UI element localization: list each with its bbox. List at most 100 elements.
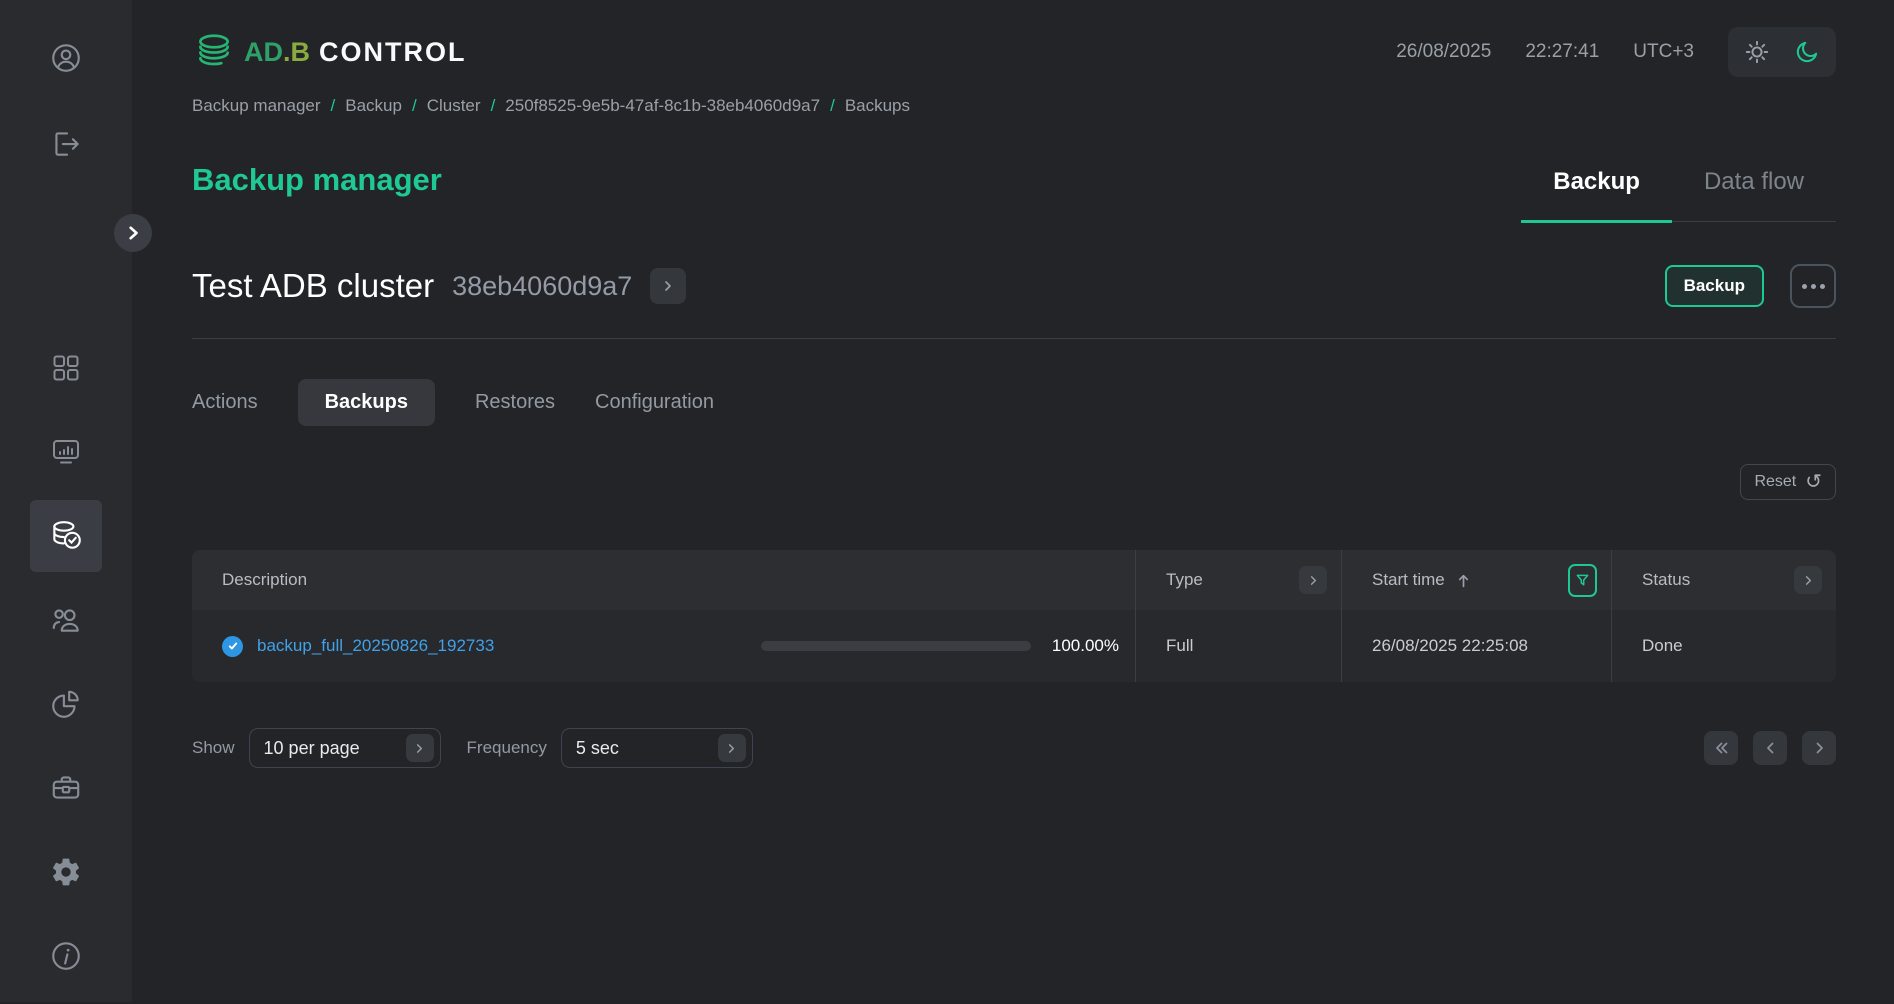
breadcrumb-separator: /	[490, 96, 496, 115]
pagination	[1704, 731, 1836, 765]
backup-database-icon	[48, 518, 84, 554]
breadcrumb-item[interactable]: Backup manager	[192, 96, 321, 115]
sidebar-item-profile[interactable]	[30, 22, 102, 94]
reset-button-label: Reset	[1754, 473, 1797, 490]
theme-toggle	[1728, 27, 1836, 77]
subtab-backups[interactable]: Backups	[297, 379, 435, 426]
moon-icon	[1794, 39, 1820, 65]
column-header-description: Description	[222, 570, 308, 589]
backup-link[interactable]: backup_full_20250826_192733	[257, 636, 494, 656]
dark-theme-button[interactable]	[1794, 39, 1820, 65]
info-icon	[49, 939, 83, 973]
show-label: Show	[192, 738, 235, 757]
page-size-controls: Show 10 per page Frequency 5 sec	[192, 728, 753, 768]
backup-button[interactable]: Backup	[1664, 265, 1764, 307]
backups-table: Description Type Start time Status backu…	[192, 550, 1836, 682]
progress-group: 100.00%	[761, 636, 1119, 656]
settings-gear-icon	[50, 856, 82, 888]
cluster-name: Test ADB cluster	[192, 267, 435, 304]
title-row: Backup manager Backup Data flow	[192, 162, 1836, 223]
brand-name: AD.B CONTROL	[244, 36, 467, 67]
sun-icon	[1744, 39, 1770, 65]
current-time: 22:27:41	[1525, 41, 1600, 62]
chevron-right-icon	[126, 226, 140, 240]
sidebar-item-jobs[interactable]	[30, 752, 102, 824]
reset-button[interactable]: Reset ↺	[1740, 464, 1836, 500]
sidebar-item-reports[interactable]	[30, 668, 102, 740]
chevron-right-icon	[1803, 575, 1814, 586]
dashboard-grid-icon	[50, 352, 82, 384]
top-tabs: Backup Data flow	[1521, 168, 1836, 223]
progress-bar	[761, 641, 1031, 651]
breadcrumb-item[interactable]: 250f8525-9e5b-47af-8c1b-38eb4060d9a7	[505, 96, 820, 115]
cluster-title-group: Test ADB cluster 38eb4060d9a7	[192, 267, 687, 305]
breadcrumb-item[interactable]: Cluster	[427, 96, 481, 115]
sidebar-item-monitoring[interactable]	[30, 416, 102, 488]
cluster-actions: Backup	[1664, 264, 1836, 308]
sidebar	[0, 0, 132, 1002]
reset-undo-icon: ↺	[1805, 471, 1822, 493]
subtab-configuration[interactable]: Configuration	[595, 391, 714, 414]
user-circle-icon	[49, 41, 83, 75]
frequency-label: Frequency	[466, 738, 547, 757]
breadcrumb-separator: /	[330, 96, 336, 115]
subtab-actions[interactable]: Actions	[192, 391, 258, 414]
status-cell: Done	[1611, 610, 1836, 682]
topbar: AD.B CONTROL 26/08/2025 22:27:41 UTC+3	[192, 24, 1836, 80]
tab-backup[interactable]: Backup	[1521, 168, 1672, 223]
progress-percent: 100.00%	[1051, 636, 1119, 655]
table-footer: Show 10 per page Frequency 5 sec	[192, 728, 1836, 768]
sidebar-item-info[interactable]	[30, 920, 102, 992]
description-cell: backup_full_20250826_192733 100.00%	[192, 610, 1135, 682]
pie-chart-icon	[49, 687, 83, 721]
monitoring-chart-icon	[49, 435, 83, 469]
timezone: UTC+3	[1633, 41, 1694, 62]
sidebar-item-dashboard[interactable]	[30, 332, 102, 404]
start-time-filter-button[interactable]	[1568, 563, 1597, 597]
chevron-left-icon	[1764, 741, 1777, 755]
sidebar-item-settings[interactable]	[30, 836, 102, 908]
page-title: Backup manager	[192, 162, 442, 197]
current-date: 26/08/2025	[1396, 41, 1492, 62]
logo-database-icon	[192, 30, 236, 74]
chevron-right-icon	[405, 734, 434, 762]
previous-page-button[interactable]	[1753, 731, 1787, 765]
breadcrumb-item[interactable]: Backups	[845, 96, 910, 115]
breadcrumb-separator: /	[411, 96, 417, 115]
success-check-icon	[222, 635, 243, 657]
double-chevron-left-icon	[1714, 741, 1729, 755]
chevron-right-icon	[662, 280, 674, 292]
sidebar-item-users[interactable]	[30, 584, 102, 656]
breadcrumb-separator: /	[830, 96, 835, 115]
cluster-id: 38eb4060d9a7	[452, 270, 633, 301]
column-header-start-time: Start time	[1341, 550, 1611, 610]
type-column-expand-button[interactable]	[1299, 566, 1327, 594]
breadcrumb-item[interactable]: Backup	[345, 96, 402, 115]
sidebar-item-logout[interactable]	[30, 108, 102, 180]
start-time-cell: 26/08/2025 22:25:08	[1341, 610, 1611, 682]
next-page-button[interactable]	[1802, 731, 1836, 765]
subtab-restores[interactable]: Restores	[475, 391, 555, 414]
status-column-expand-button[interactable]	[1794, 566, 1822, 594]
chevron-right-icon	[1308, 575, 1319, 586]
more-actions-button[interactable]	[1790, 264, 1836, 308]
sidebar-item-backups[interactable]	[30, 500, 102, 572]
sort-ascending-icon[interactable]	[1456, 573, 1471, 588]
section-divider	[192, 338, 1836, 339]
chevron-right-icon	[1813, 741, 1826, 755]
column-header-status: Status	[1611, 550, 1836, 610]
briefcase-icon	[49, 771, 83, 805]
type-cell: Full	[1135, 610, 1341, 682]
tab-data-flow[interactable]: Data flow	[1672, 168, 1836, 223]
filter-funnel-icon	[1575, 573, 1590, 588]
cluster-expand-button[interactable]	[650, 268, 687, 304]
table-row: backup_full_20250826_192733 100.00% Full…	[192, 610, 1836, 682]
column-header-type: Type	[1135, 550, 1341, 610]
sidebar-expand-button[interactable]	[114, 214, 152, 252]
frequency-value: 5 sec	[575, 737, 619, 758]
clock: 26/08/2025 22:27:41 UTC+3	[1396, 27, 1836, 77]
light-theme-button[interactable]	[1744, 39, 1770, 65]
frequency-select[interactable]: 5 sec	[560, 728, 753, 768]
first-page-button[interactable]	[1704, 731, 1738, 765]
page-size-select[interactable]: 10 per page	[248, 728, 441, 768]
